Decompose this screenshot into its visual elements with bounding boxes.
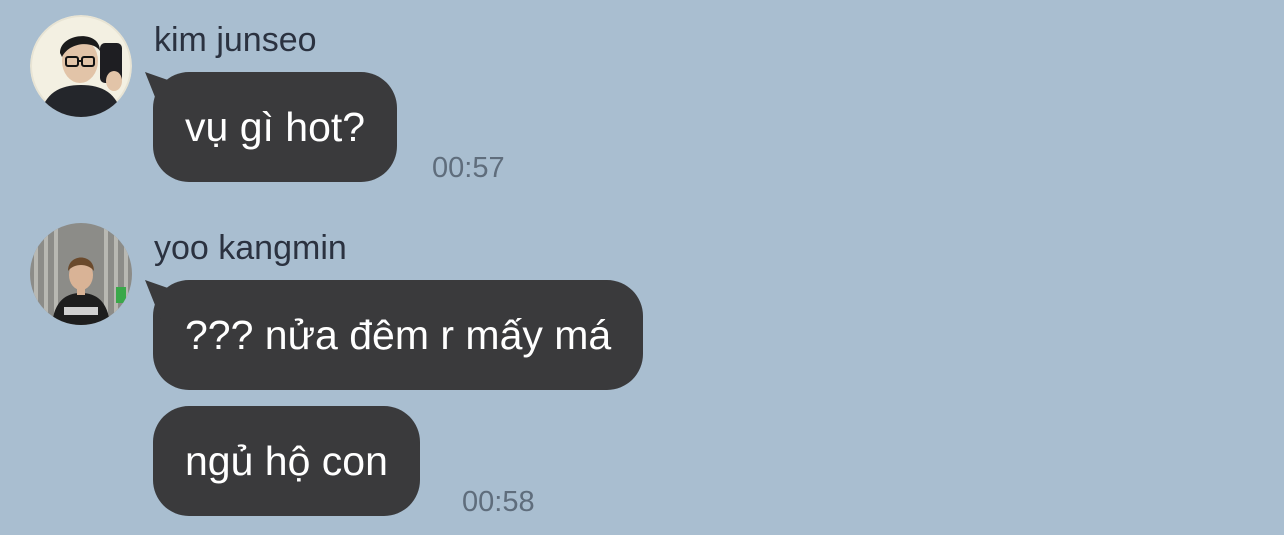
message-text: ??? nửa đêm r mấy má: [185, 312, 612, 358]
sender-name: yoo kangmin: [154, 229, 347, 267]
chat-thread: kim junseo vụ gì hot? 00:57 yoo kangmin …: [0, 0, 1284, 535]
message-timestamp: 00:57: [432, 152, 505, 184]
avatar[interactable]: [30, 15, 132, 117]
avatar[interactable]: [30, 223, 132, 325]
message-bubble[interactable]: vụ gì hot?: [153, 72, 398, 182]
message-timestamp: 00:58: [462, 486, 535, 518]
message-bubble[interactable]: ??? nửa đêm r mấy má: [153, 280, 644, 390]
message-text: ngủ hộ con: [185, 438, 388, 484]
message-text: vụ gì hot?: [185, 104, 366, 150]
message-bubble[interactable]: ngủ hộ con: [153, 406, 420, 516]
profile-photo-icon: [30, 15, 132, 117]
profile-photo-icon: [30, 223, 132, 325]
sender-name: kim junseo: [154, 21, 317, 59]
